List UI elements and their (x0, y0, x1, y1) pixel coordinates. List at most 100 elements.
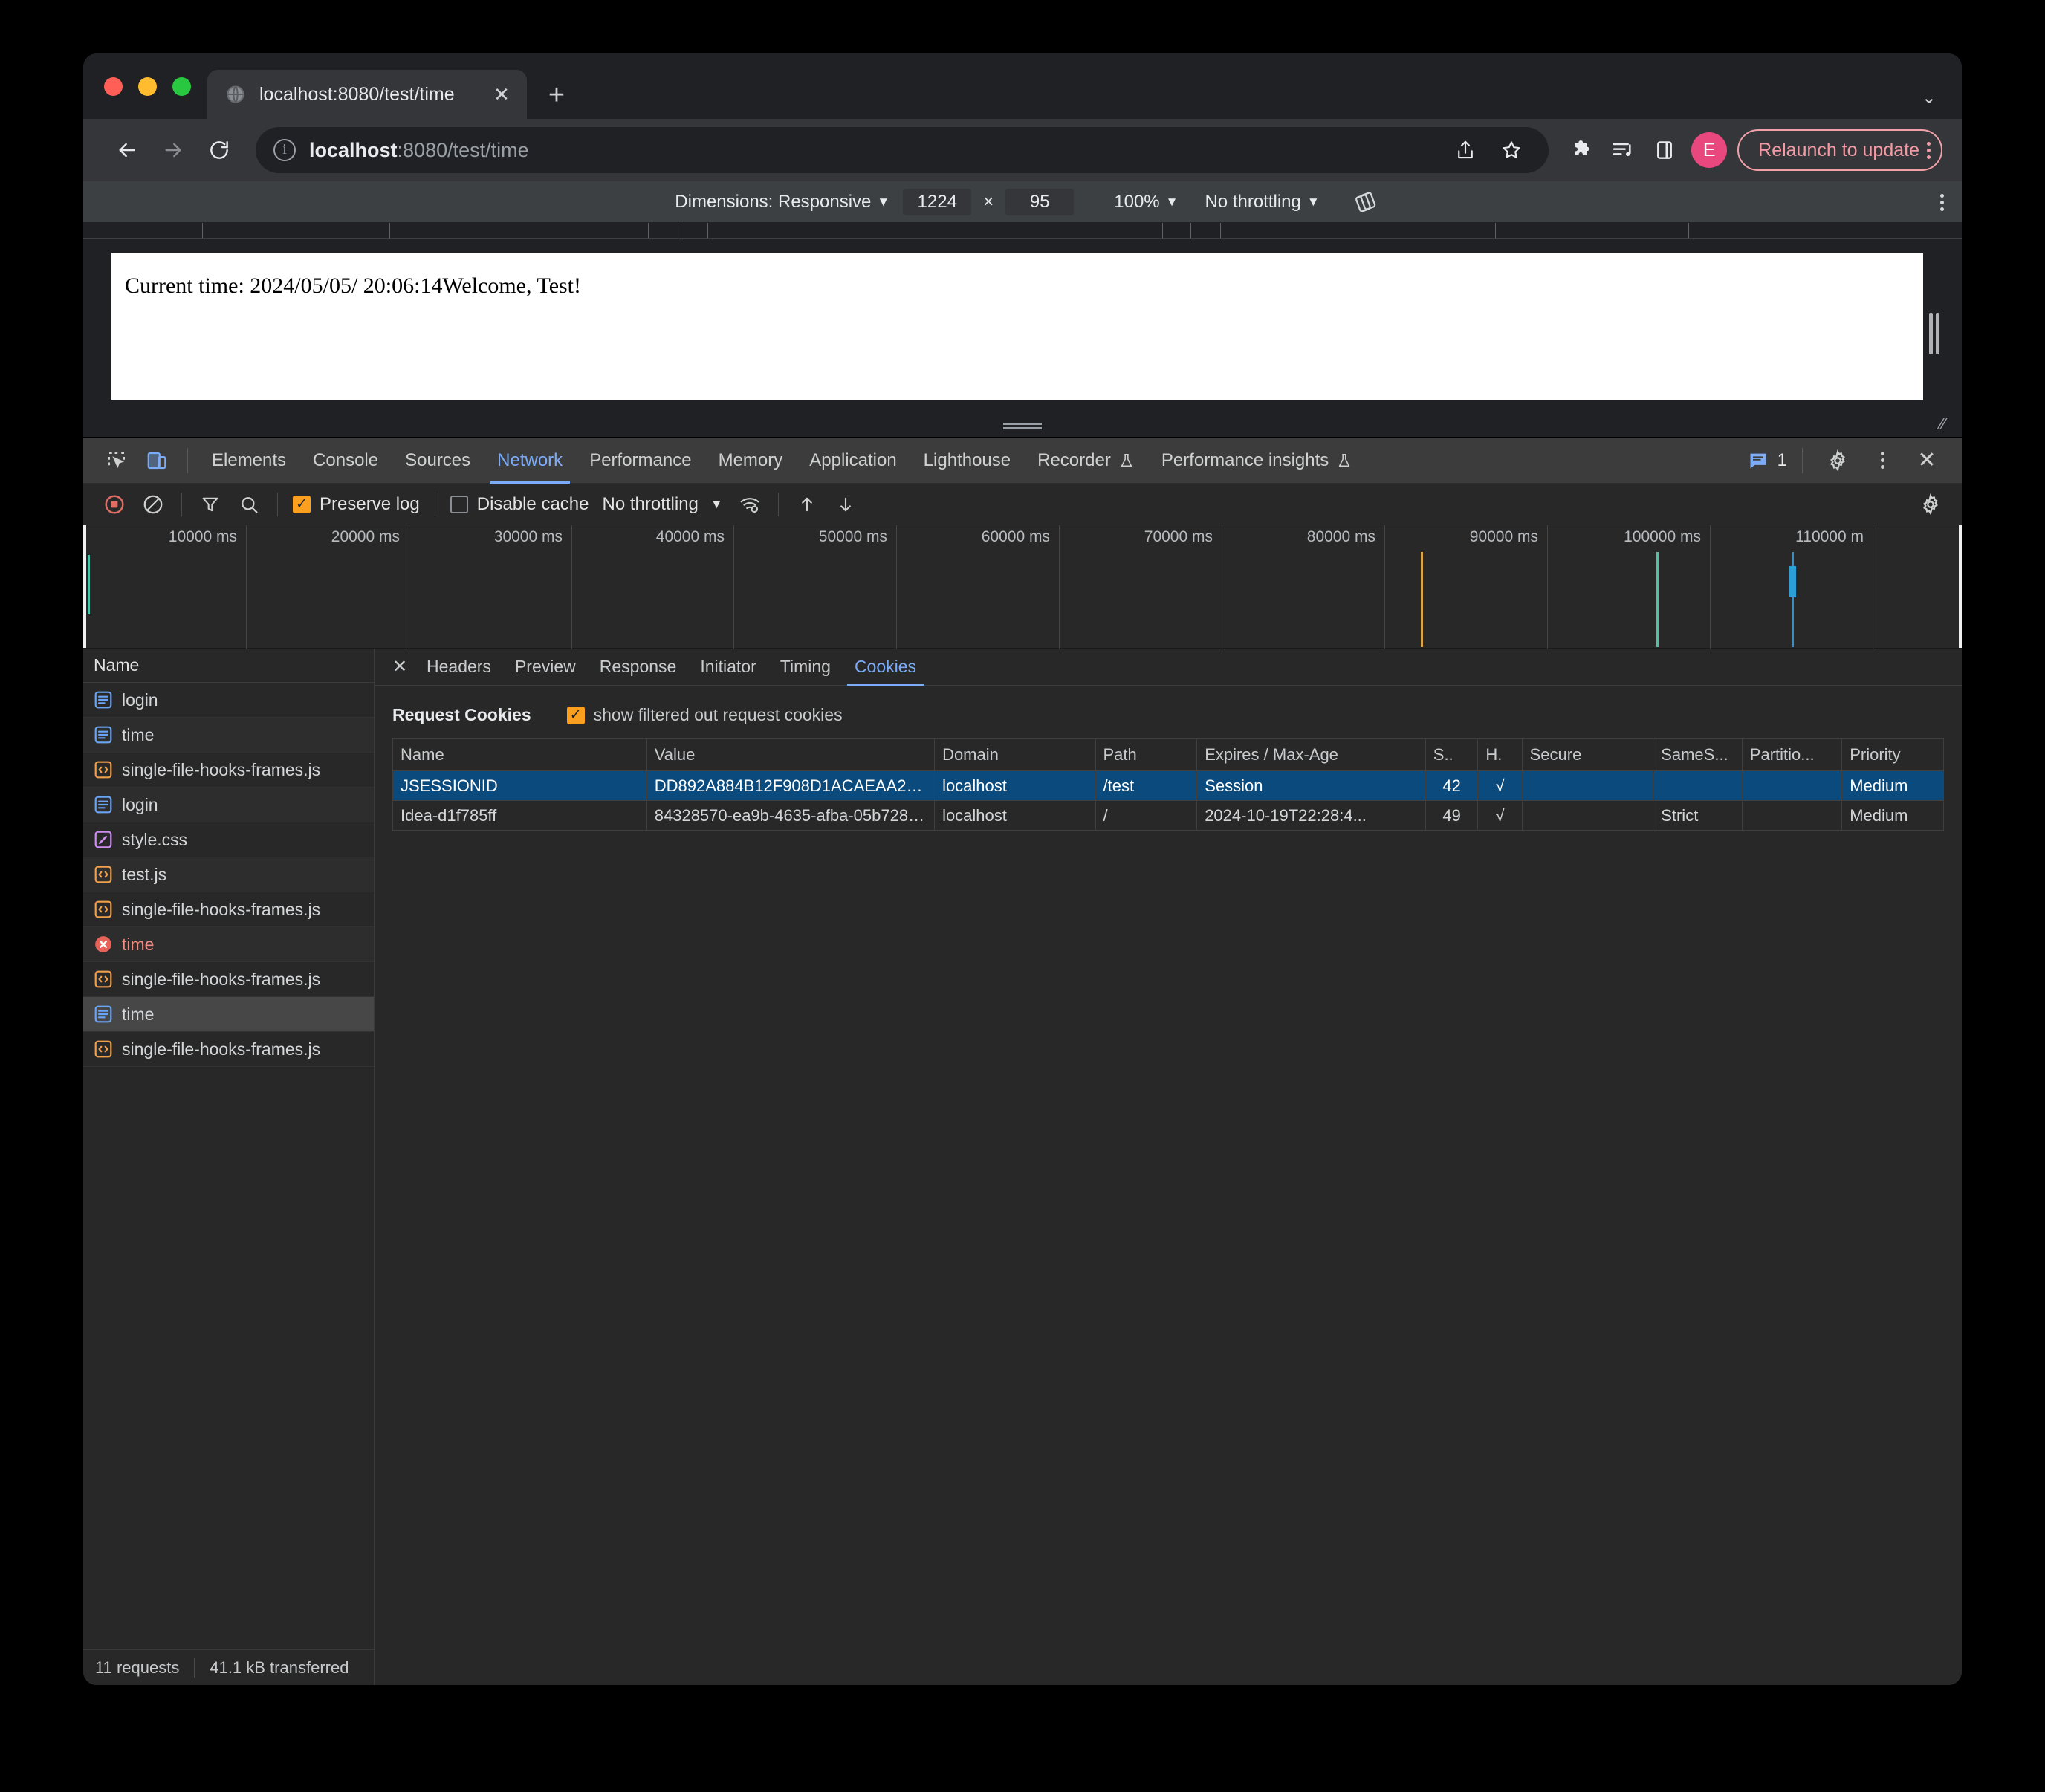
avatar[interactable]: E (1691, 132, 1727, 168)
cookies-column-header[interactable]: Expires / Max-Age (1197, 739, 1426, 771)
new-tab-button[interactable]: + (536, 74, 577, 116)
devtools-tab-performance[interactable]: Performance (576, 438, 704, 484)
star-icon[interactable] (1491, 129, 1532, 171)
download-icon[interactable] (826, 485, 865, 524)
cookies-column-header[interactable]: Name (393, 739, 647, 771)
request-row[interactable]: test.js (83, 857, 374, 892)
request-name: time (122, 725, 154, 745)
devtools-tab-lighthouse[interactable]: Lighthouse (910, 438, 1024, 484)
cookies-column-header[interactable]: H. (1478, 739, 1522, 771)
detail-tab-headers[interactable]: Headers (415, 649, 503, 686)
request-row[interactable]: style.css (83, 822, 374, 857)
request-name: time (122, 1004, 154, 1025)
kebab-menu-icon[interactable] (1927, 142, 1931, 159)
forward-button[interactable] (150, 127, 196, 173)
rotate-icon[interactable] (1348, 184, 1384, 220)
info-circle-icon[interactable]: i (273, 139, 296, 161)
detail-tab-timing[interactable]: Timing (768, 649, 843, 686)
detail-tab-preview[interactable]: Preview (503, 649, 588, 686)
devtools-more-button[interactable] (1862, 441, 1902, 481)
devtools-tab-sources[interactable]: Sources (392, 438, 484, 484)
device-toolbar-more-button[interactable] (1940, 181, 1944, 223)
request-row[interactable]: single-file-hooks-frames.js (83, 1032, 374, 1067)
devtools-tab-recorder[interactable]: Recorder (1024, 438, 1148, 484)
cookies-column-header[interactable]: Secure (1522, 739, 1653, 771)
devtools-tab-memory[interactable]: Memory (705, 438, 797, 484)
network-overview-timeline[interactable]: 10000 ms20000 ms30000 ms40000 ms50000 ms… (83, 525, 1962, 649)
chevron-down-icon[interactable]: ⌄ (1922, 87, 1937, 108)
viewport-resize-corner[interactable]: ⁄⁄ (1940, 415, 1945, 434)
request-row[interactable]: single-file-hooks-frames.js (83, 753, 374, 788)
inspect-icon[interactable] (97, 441, 137, 481)
relaunch-to-update-button[interactable]: Relaunch to update (1737, 129, 1942, 171)
request-row[interactable]: time (83, 997, 374, 1032)
cookies-column-header[interactable]: Path (1095, 739, 1197, 771)
record-stop-icon[interactable] (95, 485, 134, 524)
zoom-selector[interactable]: 100% ▼ (1101, 192, 1191, 212)
cookies-table-row[interactable]: JSESSIONIDDD892A884B12F908D1ACAEAA248AC8… (393, 771, 1944, 801)
upload-icon[interactable] (788, 485, 826, 524)
detail-tab-initiator[interactable]: Initiator (688, 649, 768, 686)
viewport-resize-handle-right[interactable] (1923, 253, 1945, 415)
viewport-height-input[interactable]: 95 (1005, 189, 1074, 215)
cookies-table-row[interactable]: Idea-d1f785ff84328570-ea9b-4635-afba-05b… (393, 801, 1944, 831)
minimize-window-button[interactable] (138, 77, 157, 96)
request-row[interactable]: login (83, 683, 374, 718)
divider (1802, 448, 1803, 473)
gear-icon[interactable] (1818, 441, 1858, 481)
close-window-button[interactable] (104, 77, 123, 96)
device-throttling-selector[interactable]: No throttling ▼ (1191, 192, 1332, 212)
detail-tab-response[interactable]: Response (588, 649, 689, 686)
search-icon[interactable] (230, 485, 268, 524)
overview-tick-label: 50000 ms (819, 528, 896, 546)
viewport-resize-handle-bottom[interactable] (1003, 423, 1042, 429)
close-icon[interactable]: ✕ (488, 81, 515, 108)
cookies-column-header[interactable]: SameS... (1653, 739, 1743, 771)
network-settings-button[interactable] (1911, 485, 1950, 524)
devtools-tab-performance-insights[interactable]: Performance insights (1148, 438, 1366, 484)
request-row[interactable]: single-file-hooks-frames.js (83, 962, 374, 997)
device-throttling-label: No throttling (1205, 192, 1300, 212)
request-row[interactable]: login (83, 788, 374, 822)
detail-tab-cookies[interactable]: Cookies (843, 649, 928, 686)
chevron-down-icon: ▼ (1307, 195, 1320, 210)
cookies-column-header[interactable]: Partitio... (1742, 739, 1841, 771)
request-row[interactable]: time (83, 927, 374, 962)
browser-tab[interactable]: localhost:8080/test/time ✕ (207, 70, 527, 119)
close-icon[interactable]: ✕ (1907, 441, 1947, 481)
cookies-column-header[interactable]: Domain (935, 739, 1095, 771)
wifi-settings-icon[interactable] (730, 485, 769, 524)
cookies-column-header[interactable]: S.. (1425, 739, 1478, 771)
maximize-window-button[interactable] (172, 77, 191, 96)
disable-cache-checkbox[interactable]: Disable cache (444, 494, 595, 515)
playlist-icon[interactable] (1602, 129, 1644, 171)
back-button[interactable] (104, 127, 150, 173)
request-row[interactable]: time (83, 718, 374, 753)
share-icon[interactable] (1445, 129, 1486, 171)
dimensions-selector[interactable]: Dimensions: Responsive ▼ (661, 192, 903, 212)
viewport-width-input[interactable]: 1224 (903, 189, 971, 215)
device-toolbar: Dimensions: Responsive ▼ 1224 × 95 100% … (83, 181, 1962, 223)
cookies-column-header[interactable]: Priority (1842, 739, 1944, 771)
script-icon (94, 1039, 113, 1059)
puzzle-icon[interactable] (1561, 129, 1602, 171)
devtools-tab-console[interactable]: Console (299, 438, 392, 484)
close-icon[interactable]: ✕ (385, 652, 415, 682)
request-row[interactable]: single-file-hooks-frames.js (83, 892, 374, 927)
devtools-tab-elements[interactable]: Elements (198, 438, 299, 484)
devtools-tab-application[interactable]: Application (796, 438, 910, 484)
network-throttling-selector[interactable]: No throttling ▼ (594, 494, 730, 515)
reload-button[interactable] (196, 127, 242, 173)
device-toolbar-icon[interactable] (137, 441, 177, 481)
cookies-column-header[interactable]: Value (646, 739, 934, 771)
cookies-cell: √ (1478, 801, 1522, 831)
filter-icon[interactable] (191, 485, 230, 524)
preserve-log-checkbox[interactable]: ✓ Preserve log (287, 494, 426, 515)
show-filtered-cookies-checkbox[interactable]: ✓ show filtered out request cookies (567, 705, 843, 725)
devtools-tab-network[interactable]: Network (484, 438, 576, 484)
address-bar[interactable]: i localhost:8080/test/time (256, 127, 1549, 173)
clear-icon[interactable] (134, 485, 172, 524)
side-panel-icon[interactable] (1644, 129, 1685, 171)
message-count[interactable]: 1 (1748, 450, 1787, 471)
cookies-cell: 2024-10-19T22:28:4... (1197, 801, 1426, 831)
